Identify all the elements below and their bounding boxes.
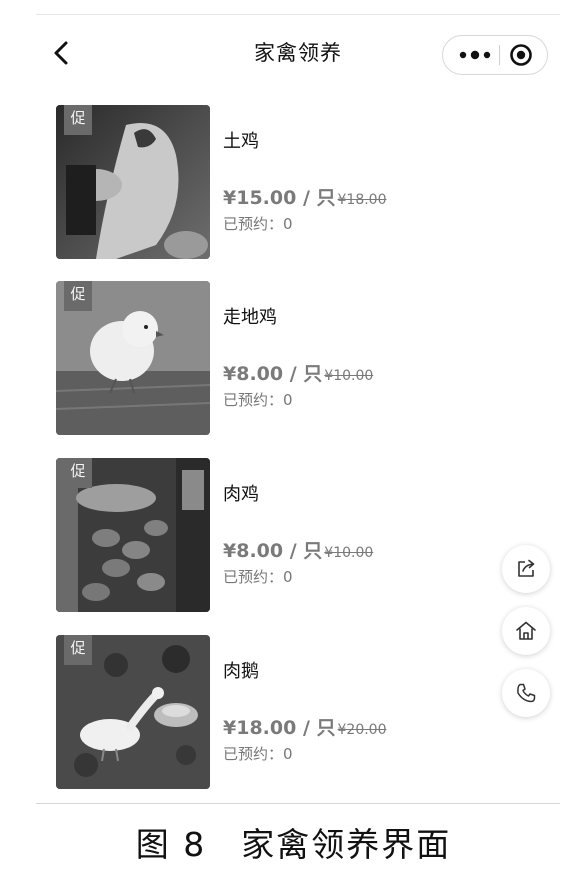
list-item[interactable]: 促 肉鸡 ¥8.00 / 只 ¥10.00 已预约：0 bbox=[56, 458, 536, 612]
original-price: ¥20.00 bbox=[337, 722, 387, 738]
list-item[interactable]: 促 土鸡 ¥15.00 / 只 ¥18.00 已预约：0 bbox=[56, 105, 536, 259]
promo-badge: 促 bbox=[64, 105, 92, 135]
reserved-value: 0 bbox=[283, 215, 293, 233]
price-unit: / 只 bbox=[283, 540, 323, 562]
promo-badge: 促 bbox=[64, 281, 92, 311]
reserved-value: 0 bbox=[283, 568, 293, 586]
price-row: ¥8.00 / 只 ¥10.00 bbox=[223, 536, 373, 563]
reserved-label: 已预约： bbox=[223, 745, 284, 763]
reserved-value: 0 bbox=[283, 391, 293, 409]
price-row: ¥8.00 / 只 ¥10.00 bbox=[223, 359, 373, 386]
home-icon bbox=[516, 621, 536, 640]
product-name: 肉鹅 bbox=[223, 661, 259, 682]
price-unit: / 只 bbox=[296, 187, 336, 209]
current-price: ¥18.00 bbox=[223, 717, 297, 739]
reserved-label: 已预约： bbox=[223, 215, 284, 233]
phone-icon bbox=[517, 683, 536, 703]
product-name: 肉鸡 bbox=[223, 484, 259, 505]
home-button[interactable] bbox=[502, 607, 550, 655]
original-price: ¥10.00 bbox=[324, 545, 374, 561]
reserved-count: 已预约：0 bbox=[223, 566, 293, 587]
reserved-label: 已预约： bbox=[223, 391, 284, 409]
promo-badge: 促 bbox=[64, 458, 92, 488]
more-dots-icon[interactable] bbox=[457, 46, 493, 64]
target-circle-icon[interactable] bbox=[509, 43, 533, 67]
share-button[interactable] bbox=[502, 545, 550, 593]
reserved-value: 0 bbox=[283, 745, 293, 763]
original-price: ¥18.00 bbox=[337, 192, 387, 208]
reserved-count: 已预约：0 bbox=[223, 213, 293, 234]
current-price: ¥15.00 bbox=[223, 187, 297, 209]
reserved-count: 已预约：0 bbox=[223, 389, 293, 410]
product-name: 走地鸡 bbox=[223, 307, 277, 328]
navigation-bar: 家禽领养 bbox=[36, 15, 560, 89]
capsule-divider bbox=[499, 45, 500, 65]
reserved-count: 已预约：0 bbox=[223, 743, 293, 764]
figure-caption: 图 8 家禽领养界面 bbox=[135, 825, 452, 864]
current-price: ¥8.00 bbox=[223, 540, 284, 562]
list-item[interactable]: 促 肉鹅 ¥18.00 / 只 ¥20.00 已预约：0 bbox=[56, 635, 536, 789]
product-name: 土鸡 bbox=[223, 131, 259, 152]
mini-program-screen: 家禽领养 促 土鸡 ¥15.00 / 只 ¥18.00 已预约：0 促 走地鸡 … bbox=[36, 14, 560, 804]
price-unit: / 只 bbox=[283, 363, 323, 385]
price-unit: / 只 bbox=[296, 717, 336, 739]
share-icon bbox=[518, 559, 535, 577]
list-item[interactable]: 促 走地鸡 ¥8.00 / 只 ¥10.00 已预约：0 bbox=[56, 281, 536, 435]
reserved-label: 已预约： bbox=[223, 568, 284, 586]
promo-badge: 促 bbox=[64, 635, 92, 665]
menu-capsule bbox=[442, 35, 548, 75]
phone-button[interactable] bbox=[502, 669, 550, 717]
current-price: ¥8.00 bbox=[223, 363, 284, 385]
original-price: ¥10.00 bbox=[324, 368, 374, 384]
price-row: ¥18.00 / 只 ¥20.00 bbox=[223, 713, 387, 740]
price-row: ¥15.00 / 只 ¥18.00 bbox=[223, 183, 387, 210]
